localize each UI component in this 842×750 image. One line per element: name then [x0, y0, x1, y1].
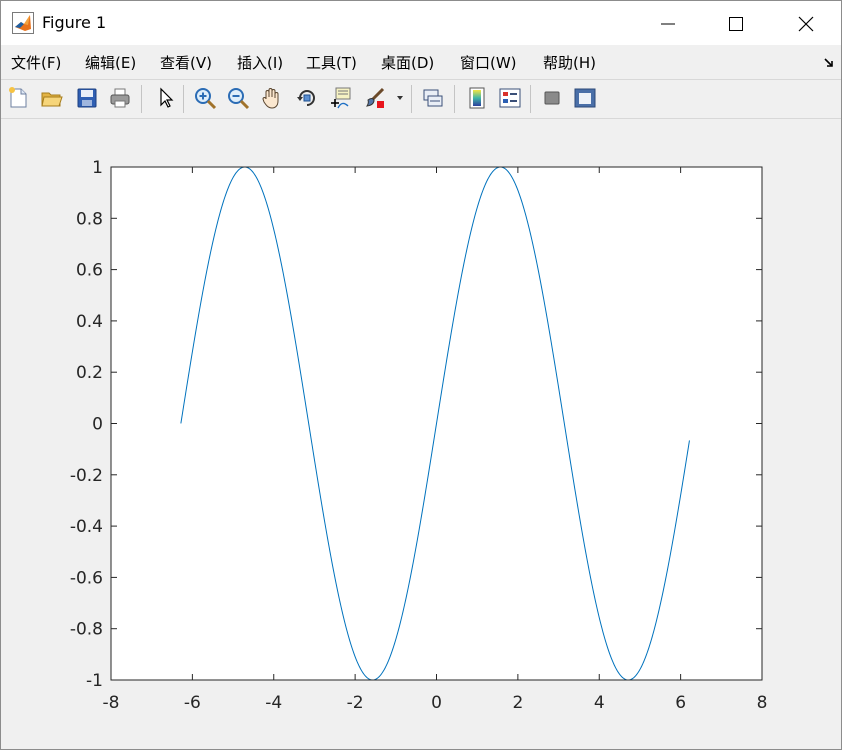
close-icon [798, 16, 814, 32]
x-tick-label: -6 [184, 693, 201, 713]
y-tick-label: -1 [86, 671, 103, 691]
open-file-button[interactable] [40, 86, 64, 110]
menu-desktop[interactable]: 桌面(D) [381, 52, 434, 73]
x-tick-label: 4 [594, 693, 605, 713]
menu-file[interactable]: 文件(F) [11, 52, 61, 73]
show-plot-tools-button[interactable] [573, 86, 597, 110]
brush-icon [365, 87, 385, 108]
rotate-3d-icon [297, 90, 315, 106]
toolbar-separator [183, 85, 184, 113]
zoom-out-icon [228, 88, 250, 110]
matlab-logo-icon [12, 12, 34, 34]
menu-window[interactable]: 窗口(W) [460, 52, 517, 73]
print-button[interactable] [108, 86, 132, 110]
data-cursor-button[interactable] [328, 86, 352, 110]
toolbar-separator [454, 85, 455, 113]
y-tick-label: -0.8 [70, 620, 103, 640]
save-icon [77, 88, 97, 108]
y-tick-label: 0.6 [76, 261, 103, 281]
minimize-icon [661, 23, 675, 25]
figure-toolbar [1, 79, 841, 119]
menu-view[interactable]: 查看(V) [160, 52, 212, 73]
link-plot-button[interactable] [421, 86, 445, 110]
hide-plot-tools-button[interactable] [540, 86, 564, 110]
link-plot-icon [423, 89, 443, 107]
edit-plot-button[interactable] [154, 86, 178, 110]
figure-canvas[interactable]: -8 -6 -4 -2 0 2 4 6 8 1 0.8 0.6 0.4 0.2 0 -0.2 -0.4 -0.6… [1, 119, 841, 749]
y-tick-label: 0.8 [76, 209, 103, 229]
y-tick-label: -0.6 [70, 568, 103, 588]
zoom-out-button[interactable] [226, 86, 250, 110]
print-icon [110, 88, 130, 108]
insert-legend-button[interactable] [498, 86, 522, 110]
zoom-in-icon [195, 88, 217, 110]
brush-button[interactable] [363, 86, 387, 110]
data-cursor-icon [331, 87, 351, 109]
y-tick-label: 0.2 [76, 363, 103, 383]
toolbar-separator [411, 85, 412, 113]
toolbar-separator [141, 85, 142, 113]
save-button[interactable] [75, 86, 99, 110]
maximize-button[interactable] [705, 1, 767, 45]
close-button[interactable] [775, 1, 837, 45]
menu-tools[interactable]: 工具(T) [306, 52, 357, 73]
new-figure-icon [9, 87, 27, 108]
zoom-in-button[interactable] [193, 86, 217, 110]
menu-bar: 文件(F) 编辑(E) 查看(V) 插入(I) 工具(T) 桌面(D) 窗口(W… [1, 45, 841, 79]
rotate-3d-button[interactable] [295, 86, 319, 110]
y-tick-label: -0.4 [70, 517, 103, 537]
maximize-icon [729, 17, 743, 31]
menu-insert[interactable]: 插入(I) [237, 52, 283, 73]
show-plot-tools-icon [574, 88, 596, 108]
x-tick-label: 0 [431, 693, 442, 713]
title-bar[interactable]: Figure 1 [1, 1, 841, 45]
x-tick-label: -8 [103, 693, 120, 713]
minimize-button[interactable] [637, 1, 699, 45]
figure-window: Figure 1 文件(F) 编辑(E) 查看(V) 插入(I) 工具(T) 桌… [0, 0, 842, 750]
window-title: Figure 1 [42, 13, 107, 32]
x-tick-label: 6 [675, 693, 686, 713]
menu-edit[interactable]: 编辑(E) [85, 52, 136, 73]
open-file-icon [41, 92, 63, 107]
pan-button[interactable] [260, 86, 284, 110]
insert-colorbar-icon [469, 87, 485, 109]
x-tick-label: -4 [265, 693, 282, 713]
x-tick-label: -2 [347, 693, 364, 713]
chevron-down-icon [397, 96, 403, 100]
insert-colorbar-button[interactable] [465, 86, 489, 110]
hide-plot-tools-icon [544, 91, 560, 105]
brush-dropdown[interactable] [394, 86, 406, 110]
edit-plot-arrow-icon [160, 87, 174, 108]
x-tick-label: 2 [512, 693, 523, 713]
dock-arrow-icon[interactable] [823, 57, 835, 69]
y-tick-label: 0.4 [76, 312, 103, 332]
pan-hand-icon [262, 88, 279, 109]
toolbar-separator [530, 85, 531, 113]
menu-help[interactable]: 帮助(H) [543, 52, 596, 73]
y-tick-label: 0 [92, 415, 103, 435]
new-figure-button[interactable] [6, 86, 30, 110]
insert-legend-icon [499, 88, 521, 108]
y-tick-label: -0.2 [70, 466, 103, 486]
y-tick-label: 1 [92, 158, 103, 178]
x-tick-label: 8 [757, 693, 768, 713]
